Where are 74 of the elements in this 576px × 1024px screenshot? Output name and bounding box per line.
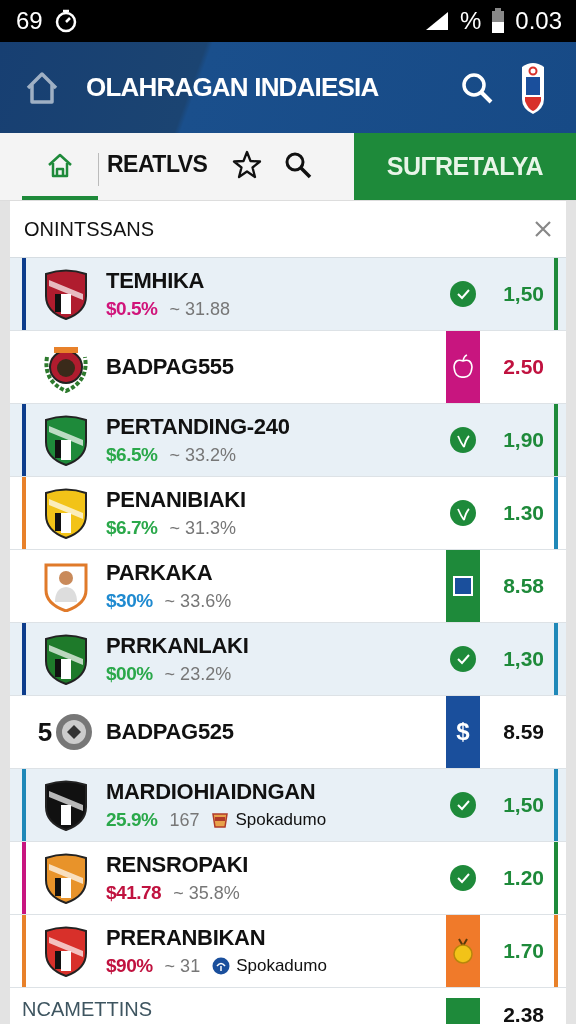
trend-text: ~ 35.8% <box>173 882 240 904</box>
percent-text: $6.5% <box>106 444 158 466</box>
status-percent: % <box>459 7 482 35</box>
percent-text: $0.5% <box>106 298 158 320</box>
team-name: PERTANDING-240 <box>106 414 291 440</box>
footer-label: NCAMETTINS <box>22 996 153 1022</box>
action-tab[interactable]: SUΓRETALYA <box>354 133 576 200</box>
home-icon[interactable] <box>24 69 60 106</box>
team-name: TEMHIKA <box>106 268 206 294</box>
status-time: 0.03 <box>515 7 562 35</box>
app-title: OLAHRAGAN INDAIESIA <box>86 72 379 103</box>
team-name: PRRKANLAKI <box>106 633 250 659</box>
source-text: Spokadumo <box>236 956 327 976</box>
match-row[interactable]: PERTANDING-240 $6.5% ~ 33.2% 1,90 <box>10 404 566 477</box>
match-row[interactable]: PRRKANLAKI $00% ~ 23.2% 1,30 <box>10 623 566 696</box>
match-row[interactable]: PRERANBIKAN $90% ~ 31 Spokadumo 1.70 <box>10 915 566 988</box>
trend-text: ~ 33.2% <box>169 444 236 466</box>
odds-value: 1,50 <box>502 792 544 818</box>
source-text: Spokadumo <box>235 810 327 830</box>
odds-value: 1,30 <box>502 646 544 672</box>
match-row[interactable]: BADPAG555 2.50 <box>10 331 566 404</box>
close-icon[interactable] <box>534 220 552 238</box>
odds-value: 2.38 <box>502 1002 544 1024</box>
odds-value: 1.20 <box>502 865 544 891</box>
trend-text: 167 <box>169 809 200 831</box>
percent-text: 25.9% <box>106 809 158 831</box>
match-row[interactable]: RENSROPAKI $41.78 ~ 35.8% 1.20 <box>10 842 566 915</box>
odds-value: 2.50 <box>502 354 544 380</box>
star-icon <box>231 148 264 181</box>
match-row[interactable]: TEMHIKA $0.5% ~ 31.88 1,50 <box>10 258 566 331</box>
sport-tile[interactable] <box>446 331 480 403</box>
odds-value: 8.59 <box>502 719 544 745</box>
status-number: 69 <box>16 7 43 35</box>
odds-value: 1.30 <box>502 500 544 526</box>
percent-text: $30% <box>106 590 153 612</box>
match-row[interactable]: MARDIOHIAIDNGAN 25.9% 167 Spokadumo 1,50 <box>10 769 566 842</box>
team-name: PARKAKA <box>106 560 214 586</box>
cup-icon <box>211 811 230 829</box>
match-row[interactable]: PENANIBIAKI $6.7% ~ 31.3% 1.30 <box>10 477 566 550</box>
team-name: RENSROPAKI <box>106 852 250 878</box>
percent-text: $41.78 <box>106 882 162 904</box>
trend-text: ~ 23.2% <box>164 663 232 685</box>
team-name: PRERANBIKAN <box>106 925 267 951</box>
dollar-glyph: $ <box>456 718 470 746</box>
team-name: MARDIOHIAIDNGAN <box>106 779 317 805</box>
square-icon <box>453 576 473 596</box>
globe-icon <box>212 957 231 975</box>
odds-value: 1,90 <box>502 427 544 453</box>
search-icon[interactable] <box>460 70 494 105</box>
match-row[interactable]: PARKAKA $30% ~ 33.6% 8.58 <box>10 550 566 623</box>
percent-text: $90% <box>106 955 153 977</box>
trend-text: ~ 31.88 <box>169 298 230 320</box>
trend-text: ~ 31.3% <box>169 517 236 539</box>
trend-text: ~ 33.6% <box>164 590 232 612</box>
odds-value: 1,50 <box>502 281 544 307</box>
trend-text: ~ 31 <box>164 955 201 977</box>
percent-text: $6.7% <box>106 517 158 539</box>
tab[interactable]: REATLVS <box>99 133 222 200</box>
medal-icon <box>452 938 474 964</box>
panel-title: ONINTSSANS <box>24 217 155 241</box>
odds-value: 1.70 <box>502 938 544 964</box>
rank-number: 5 <box>37 716 53 748</box>
team-name: BADPAG555 <box>106 354 235 380</box>
sport-tile[interactable] <box>446 915 480 987</box>
match-row[interactable]: 5 BADPAG525 $ 8.59 <box>10 696 566 769</box>
team-name: BADPAG525 <box>106 719 235 745</box>
battery-icon <box>491 8 506 34</box>
odds-value: 8.58 <box>502 573 544 599</box>
team-name: PENANIBIAKI <box>106 487 247 513</box>
emblem-icon[interactable] <box>520 60 546 115</box>
sport-tile[interactable] <box>446 550 480 622</box>
sport-tile[interactable]: $ <box>446 696 480 768</box>
apple-icon <box>451 354 475 380</box>
percent-text: $00% <box>106 663 153 685</box>
